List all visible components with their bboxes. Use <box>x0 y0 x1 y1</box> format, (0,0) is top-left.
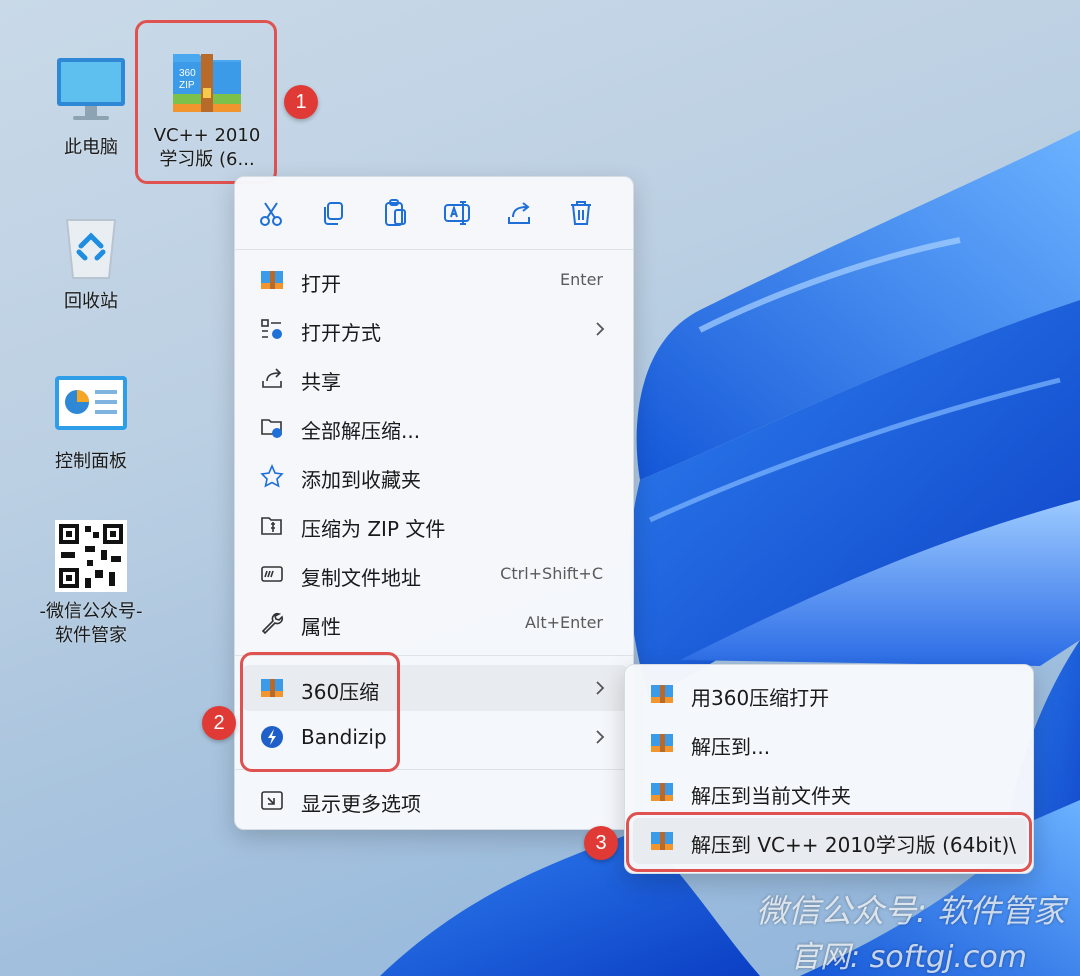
copy-path-icon <box>259 561 285 587</box>
menu-separator <box>235 249 633 250</box>
star-icon <box>259 463 285 489</box>
zip-folder-icon <box>259 512 285 538</box>
menu-item-open[interactable]: 打开 Enter <box>243 257 627 303</box>
watermark-line-2: 官网: softgj.com <box>790 940 1027 975</box>
desktop-icon-qr-shortcut[interactable]: -微信公众号- 软件管家 <box>31 516 151 648</box>
show-more-icon <box>259 787 285 813</box>
step-badge-2: 2 <box>202 706 236 740</box>
chevron-right-icon <box>596 322 605 336</box>
copy-button[interactable] <box>315 195 351 231</box>
rename-icon <box>444 201 470 225</box>
menu-item-show-more-options[interactable]: 显示更多选项 <box>243 777 627 823</box>
menu-item-share[interactable]: 共享 <box>243 355 627 401</box>
share-icon <box>259 365 285 391</box>
highlight-extract-to-folder <box>626 812 1032 872</box>
extract-folder-icon <box>259 414 285 440</box>
highlight-compress-entries <box>240 652 400 772</box>
wrench-icon <box>259 610 285 636</box>
menu-item-add-favorites[interactable]: 添加到收藏夹 <box>243 453 627 499</box>
monitor-icon <box>51 52 131 132</box>
paste-icon <box>385 199 406 226</box>
delete-button[interactable] <box>563 195 599 231</box>
submenu-item-extract-here[interactable]: 解压到当前文件夹 <box>633 769 1027 815</box>
qr-code-icon <box>51 516 131 596</box>
desktop-icon-control-panel[interactable]: 控制面板 <box>31 366 151 474</box>
chevron-right-icon <box>596 730 605 744</box>
desktop-icon-this-pc[interactable]: 此电脑 <box>31 52 151 160</box>
desktop-icon-recycle-bin[interactable]: 回收站 <box>31 206 151 314</box>
step-badge-3: 3 <box>584 826 618 860</box>
share-button[interactable] <box>501 195 537 231</box>
rename-button[interactable] <box>439 195 475 231</box>
archive-icon <box>649 730 675 756</box>
cut-icon <box>260 202 282 226</box>
menu-item-properties[interactable]: 属性 Alt+Enter <box>243 600 627 646</box>
archive-icon <box>649 779 675 805</box>
archive-icon <box>259 267 285 293</box>
recycle-bin-icon <box>51 206 131 286</box>
copy-icon <box>324 202 343 225</box>
step-badge-1: 1 <box>284 85 318 119</box>
watermark-line-1: 微信公众号: 软件管家 <box>756 892 1065 930</box>
paste-button[interactable] <box>377 195 413 231</box>
submenu-item-open-with-360[interactable]: 用360压缩打开 <box>633 671 1027 717</box>
highlight-archive-icon <box>135 20 277 184</box>
menu-item-extract-all[interactable]: 全部解压缩... <box>243 404 627 450</box>
delete-icon <box>571 201 591 225</box>
control-panel-icon <box>51 366 131 446</box>
context-menu-toolbar <box>235 177 633 249</box>
submenu-item-extract-to[interactable]: 解压到... <box>633 720 1027 766</box>
chevron-right-icon <box>596 681 605 695</box>
menu-item-copy-path[interactable]: 复制文件地址 Ctrl+Shift+C <box>243 551 627 597</box>
cut-button[interactable] <box>253 195 289 231</box>
menu-item-open-with[interactable]: 打开方式 <box>243 306 627 352</box>
archive-icon <box>649 681 675 707</box>
menu-item-compress-zip[interactable]: 压缩为 ZIP 文件 <box>243 502 627 548</box>
open-with-icon <box>259 316 285 342</box>
share-icon <box>508 202 530 224</box>
